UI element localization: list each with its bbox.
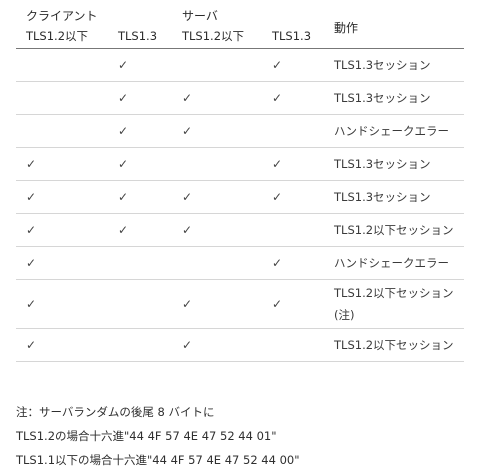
table-row: ✓ ✓ ✓ TLS1.2以下セッション (注) (16, 280, 465, 329)
client-tls13-cell: ✓ (118, 190, 129, 204)
server-tls13-cell (262, 115, 324, 148)
client-tls12-cell: ✓ (26, 338, 37, 352)
table-row: ✓ ✓ TLS1.3セッション (16, 49, 465, 82)
action-text: TLS1.3セッション (334, 190, 431, 204)
client-tls12-cell: ✓ (26, 297, 37, 311)
footnote: 注：サーバランダムの後尾 8 バイトに TLS1.2の場合十六進"44 4F 5… (16, 400, 466, 472)
client-tls13-cell: ✓ (118, 124, 129, 138)
tls-compatibility-table: クライアント サーバ 動作 TLS1.2以下 TLS1.3 TLS1.2以下 T… (16, 6, 465, 362)
client-tls12-cell: ✓ (26, 157, 37, 171)
client-group-header: クライアント (26, 8, 98, 23)
action-cell: TLS1.2以下セッション (324, 214, 464, 247)
table-row: ✓ ✓ ハンドシェークエラー (16, 247, 465, 280)
table-body: ✓ ✓ TLS1.3セッション ✓ ✓ ✓ TLS1.3セッション ✓ ✓ ハンドシェークエラー ✓… (16, 49, 465, 362)
action-text: TLS1.2以下セッション (334, 338, 454, 352)
client-tls13-header: TLS1.3 (108, 24, 172, 49)
table-row: ✓ ✓ TLS1.2以下セッション (16, 329, 465, 362)
server-tls12-cell (172, 49, 262, 82)
footnote-line-3: TLS1.1以下の場合十六進"44 4F 57 4E 47 52 44 00" (16, 453, 300, 467)
server-group-header: サーバ (182, 8, 218, 23)
server-tls12-cell: ✓ (182, 91, 193, 105)
action-text: ハンドシェークエラー (334, 124, 450, 138)
action-header: 動作 (324, 6, 465, 49)
server-tls12-header: TLS1.2以下 (172, 24, 262, 49)
action-text: TLS1.2以下セッション (334, 223, 454, 237)
server-tls13-cell: ✓ (272, 91, 283, 105)
server-tls13-cell: ✓ (272, 256, 283, 270)
server-tls12-cell: ✓ (182, 297, 193, 311)
tls-compatibility-document: クライアント サーバ 動作 TLS1.2以下 TLS1.3 TLS1.2以下 T… (0, 0, 477, 475)
server-tls13-cell: ✓ (272, 297, 283, 311)
client-tls13-cell: ✓ (118, 157, 129, 171)
client-tls13-cell (108, 280, 172, 329)
footnote-line-1: 注：サーバランダムの後尾 8 バイトに (16, 405, 215, 419)
client-tls12-cell: ✓ (26, 190, 37, 204)
server-tls12-cell (172, 247, 262, 280)
table-row: ✓ ✓ ✓ TLS1.3セッション (16, 148, 465, 181)
server-tls13-cell: ✓ (272, 157, 283, 171)
table-row: ✓ ✓ ハンドシェークエラー (16, 115, 465, 148)
client-tls12-cell (16, 49, 108, 82)
action-text: TLS1.3セッション (334, 91, 431, 105)
table-row: ✓ ✓ ✓ ✓ TLS1.3セッション (16, 181, 465, 214)
client-tls12-cell: ✓ (26, 256, 37, 270)
client-tls13-cell: ✓ (118, 58, 129, 72)
action-cell: TLS1.3セッション (324, 181, 464, 214)
footnote-line-2: TLS1.2の場合十六進"44 4F 57 4E 47 52 44 01" (16, 429, 277, 443)
server-tls12-cell: ✓ (182, 190, 193, 204)
server-tls13-header: TLS1.3 (262, 24, 325, 49)
action-cell: ハンドシェークエラー (324, 115, 464, 148)
action-note: (注) (334, 308, 355, 322)
action-cell: TLS1.3セッション (324, 82, 464, 115)
client-tls13-cell (108, 329, 172, 362)
client-tls13-cell: ✓ (118, 223, 129, 237)
action-cell: TLS1.3セッション (324, 148, 464, 181)
client-tls12-cell (16, 82, 108, 115)
action-cell: ハンドシェークエラー (324, 247, 464, 280)
client-tls12-header: TLS1.2以下 (16, 24, 108, 49)
server-tls13-cell: ✓ (272, 58, 283, 72)
table-row: ✓ ✓ ✓ TLS1.2以下セッション (16, 214, 465, 247)
client-tls12-cell: ✓ (26, 223, 37, 237)
table-row: ✓ ✓ ✓ TLS1.3セッション (16, 82, 465, 115)
action-text: TLS1.3セッション (334, 58, 431, 72)
action-cell: TLS1.2以下セッション (注) (324, 280, 464, 329)
action-text: TLS1.2以下セッション (334, 286, 454, 300)
table-header: クライアント サーバ 動作 TLS1.2以下 TLS1.3 TLS1.2以下 T… (16, 6, 465, 49)
server-tls12-cell: ✓ (182, 338, 193, 352)
server-tls12-cell (172, 148, 262, 181)
action-text: ハンドシェークエラー (334, 256, 450, 270)
server-tls12-cell: ✓ (182, 223, 193, 237)
server-tls13-cell: ✓ (272, 190, 283, 204)
client-tls13-cell (108, 247, 172, 280)
server-tls13-cell (262, 329, 324, 362)
server-tls12-cell: ✓ (182, 124, 193, 138)
action-text: TLS1.3セッション (334, 157, 431, 171)
client-tls12-cell (16, 115, 108, 148)
action-cell: TLS1.3セッション (324, 49, 464, 82)
action-cell: TLS1.2以下セッション (324, 329, 464, 362)
client-tls13-cell: ✓ (118, 91, 129, 105)
server-tls13-cell (262, 214, 324, 247)
header-group-row: クライアント サーバ 動作 (16, 6, 465, 49)
